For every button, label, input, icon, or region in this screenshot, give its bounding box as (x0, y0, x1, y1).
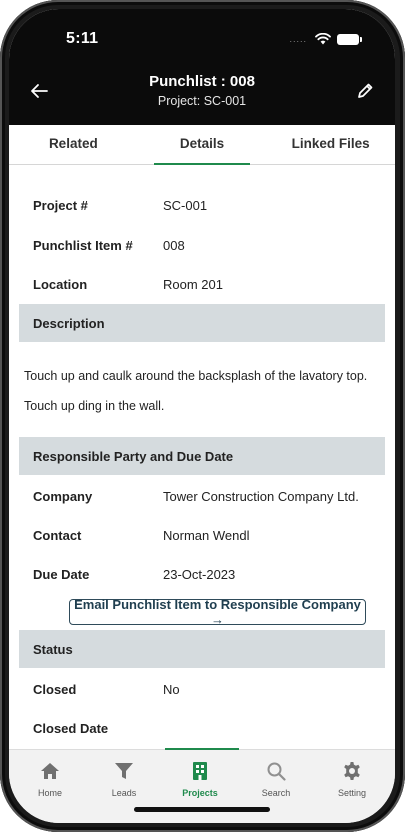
tab-bar: Related Details Linked Files (9, 125, 395, 165)
responsible-section-header: Responsible Party and Due Date (19, 437, 385, 475)
nav-search[interactable]: Search (241, 750, 311, 806)
project-label: Project # (33, 197, 88, 213)
home-icon (41, 763, 59, 779)
email-responsible-company-button[interactable]: Email Punchlist Item to Responsible Comp… (69, 597, 366, 627)
tab-details[interactable]: Details (138, 125, 267, 165)
punchlist-item-value: 008 (163, 237, 185, 253)
location-row: Location Room 201 (19, 265, 385, 303)
due-date-value: 23-Oct-2023 (163, 566, 236, 582)
nav-leads-label: Leads (111, 788, 137, 798)
nav-projects[interactable]: Projects (165, 748, 239, 806)
tab-linked-files[interactable]: Linked Files (266, 125, 395, 164)
closed-value: No (163, 681, 180, 697)
wifi-icon (315, 33, 331, 45)
nav-projects-label: Projects (182, 788, 218, 798)
building-icon (193, 762, 207, 780)
nav-setting-label: Setting (337, 788, 367, 798)
project-row: Project # SC-001 (19, 186, 385, 224)
nav-setting[interactable]: Setting (317, 750, 387, 806)
status-section-header: Status (19, 630, 385, 668)
app-header: 5:11 ..... Punchlist : 008 Project: SC-0… (9, 9, 395, 125)
nav-home-label: Home (37, 788, 62, 798)
nav-home[interactable]: Home (15, 750, 85, 806)
search-icon (267, 762, 286, 781)
description-line-1: Touch up and caulk around the backsplash… (24, 369, 368, 383)
page-subtitle: Project: SC-001 (157, 94, 247, 108)
due-date-label: Due Date (33, 566, 90, 582)
app-screen: 5:11 ..... Punchlist : 008 Project: SC-0… (9, 9, 395, 823)
description-section-header: Description (19, 304, 385, 342)
page-title: Punchlist : 008 (149, 73, 255, 90)
description-line-2: Touch up ding in the wall. (24, 399, 165, 413)
phone-frame: 5:11 ..... Punchlist : 008 Project: SC-0… (0, 0, 405, 832)
status-time: 5:11 (66, 30, 99, 47)
nav-search-label: Search (261, 788, 291, 798)
signal-icon: ..... (289, 34, 307, 44)
contact-value: Norman Wendl (163, 527, 250, 543)
edit-button[interactable] (349, 77, 381, 105)
contact-label: Contact (33, 527, 82, 543)
closed-date-row: Closed Date (19, 709, 385, 747)
gear-icon (344, 762, 360, 780)
project-value: SC-001 (163, 197, 208, 213)
tab-related[interactable]: Related (9, 125, 138, 164)
pencil-icon (358, 83, 373, 98)
company-label: Company (33, 488, 93, 504)
status-icons: ..... (289, 33, 362, 45)
company-row: Company Tower Construction Company Ltd. (19, 477, 385, 515)
closed-label: Closed (33, 681, 77, 697)
punchlist-item-label: Punchlist Item # (33, 237, 133, 253)
location-label: Location (33, 276, 88, 292)
closed-date-label: Closed Date (33, 720, 109, 736)
filter-icon (115, 763, 133, 779)
due-date-row: Due Date 23-Oct-2023 (19, 555, 385, 593)
location-value: Room 201 (163, 276, 223, 292)
battery-icon (337, 33, 362, 45)
punchlist-item-row: Punchlist Item # 008 (19, 226, 385, 264)
company-value: Tower Construction Company Ltd. (163, 488, 359, 504)
contact-row: Contact Norman Wendl (19, 516, 385, 554)
closed-row: Closed No (19, 670, 385, 708)
nav-leads[interactable]: Leads (89, 750, 159, 806)
home-indicator (134, 807, 270, 812)
